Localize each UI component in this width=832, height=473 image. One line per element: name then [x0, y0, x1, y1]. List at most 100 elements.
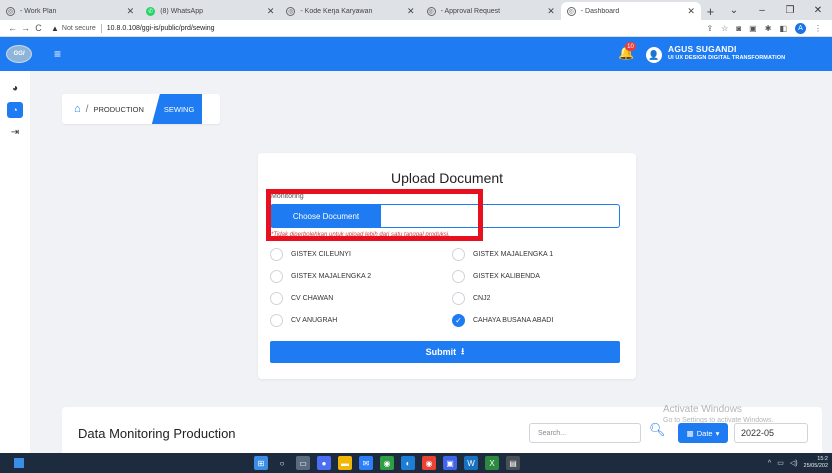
- tab-label: - Kode Kerja Karyawan: [300, 7, 373, 15]
- forward-button[interactable]: →: [19, 23, 32, 33]
- user-role: UI UX DESIGN DIGITAL TRANSFORMATION: [668, 55, 786, 61]
- menu-icon[interactable]: ⋮: [814, 24, 822, 33]
- extension-icon[interactable]: ▣: [749, 24, 757, 33]
- radio-circle[interactable]: [452, 292, 465, 305]
- calendar-icon: ▦: [686, 428, 694, 438]
- browser-tab-dashboard[interactable]: ◎ - Dashboard ✕: [560, 2, 701, 20]
- user-info[interactable]: AGUS SUGANDI UI UX DESIGN DIGITAL TRANSF…: [668, 44, 785, 61]
- volume-icon[interactable]: ◁): [790, 459, 798, 467]
- close-icon[interactable]: ✕: [687, 6, 695, 17]
- chrome-2-icon[interactable]: ◉: [422, 456, 436, 470]
- monitoring-title: Data Monitoring Production: [78, 426, 236, 441]
- profile-avatar[interactable]: A: [795, 22, 806, 34]
- chevron-down-icon[interactable]: ⌄: [720, 5, 748, 16]
- close-icon[interactable]: ✕: [407, 6, 415, 17]
- notification-badge: 10: [625, 42, 636, 51]
- word-icon[interactable]: W: [464, 456, 478, 470]
- radio-option[interactable]: CV CHAWAN: [270, 292, 333, 305]
- search-icon[interactable]: ○: [275, 456, 289, 470]
- edge-icon[interactable]: ◐: [401, 456, 415, 470]
- url-divider: [100, 23, 102, 33]
- breadcrumb-production[interactable]: PRODUCTION: [93, 105, 143, 114]
- menu-toggle-icon[interactable]: ≡: [54, 47, 72, 61]
- close-window-button[interactable]: ✕: [804, 5, 832, 16]
- camera-icon[interactable]: ◙: [736, 24, 741, 33]
- new-tab-button[interactable]: +: [701, 2, 720, 20]
- explorer-icon[interactable]: ▬: [338, 456, 352, 470]
- radio-option[interactable]: GISTEX CILEUNYI: [270, 248, 351, 261]
- search-input[interactable]: Search...: [529, 423, 641, 443]
- url-text: 10.8.0.108/ggi-is/public/prd/sewing: [106, 24, 215, 32]
- system-tray: ^ ▭ ◁) 15:2 25/05/202: [768, 456, 828, 470]
- browser-tab-whatsapp[interactable]: ✆ (8) WhatsApp ✕: [140, 2, 280, 20]
- network-icon[interactable]: ▭: [777, 459, 784, 467]
- submit-button[interactable]: Submit ⭳: [270, 341, 620, 363]
- search-icon[interactable]: 🔍︎: [649, 422, 666, 438]
- excel-icon[interactable]: X: [485, 456, 499, 470]
- browser-actions: ⇪ ☆ ◙ ▣ ✱ ◧ A ⋮: [706, 22, 822, 34]
- clock-time: 15:2: [817, 456, 828, 462]
- windows-icon[interactable]: ⊞: [254, 456, 268, 470]
- date-button[interactable]: ▦ Date ▾: [678, 423, 728, 443]
- notification-button[interactable]: 🔔 10: [618, 42, 636, 63]
- radio-label: GISTEX MAJALENGKA 1: [473, 251, 554, 258]
- radio-circle[interactable]: [452, 248, 465, 261]
- chat-icon[interactable]: ●: [317, 456, 331, 470]
- star-icon[interactable]: ☆: [721, 24, 728, 33]
- tab-label: - Dashboard: [580, 7, 620, 15]
- sidebar-item-logout[interactable]: ⇥: [0, 121, 30, 143]
- puzzle-icon[interactable]: ✱: [765, 24, 772, 33]
- chevron-up-icon[interactable]: ^: [768, 460, 771, 467]
- app-icon[interactable]: ▤: [506, 456, 520, 470]
- back-button[interactable]: ←: [6, 23, 19, 33]
- radio-option[interactable]: CNJ2: [452, 292, 491, 305]
- date-field[interactable]: 2022-05: [734, 423, 808, 443]
- caret-down-icon: ▾: [715, 428, 720, 438]
- clock[interactable]: 15:2 25/05/202: [804, 456, 828, 470]
- maximize-button[interactable]: ❐: [776, 5, 804, 16]
- chrome-icon[interactable]: ◉: [380, 456, 394, 470]
- logo[interactable]: GGI: [0, 37, 38, 71]
- browser-tab-kode-kerja[interactable]: ◎ - Kode Kerja Karyawan ✕: [280, 2, 420, 20]
- share-icon[interactable]: ⇪: [706, 24, 713, 33]
- url-field[interactable]: ▲ Not secure 10.8.0.108/ggi-is/public/pr…: [51, 22, 706, 35]
- radio-circle[interactable]: [452, 270, 465, 283]
- user-name: AGUS SUGANDI: [668, 44, 737, 54]
- radio-circle[interactable]: [270, 292, 283, 305]
- globe-icon: ◎: [566, 6, 576, 16]
- radio-option[interactable]: GISTEX MAJALENGKA 2: [270, 270, 371, 283]
- radio-circle[interactable]: [270, 248, 283, 261]
- submit-label: Submit: [425, 347, 457, 357]
- browser-tab-work-plan[interactable]: ◎ - Work Plan ✕: [0, 2, 140, 20]
- radio-label: GISTEX MAJALENGKA 2: [291, 273, 372, 280]
- clock-date: 25/05/202: [803, 463, 828, 469]
- close-icon[interactable]: ✕: [267, 6, 275, 17]
- globe-icon: ◎: [286, 6, 296, 16]
- sidebar-item-dashboard[interactable]: ◔: [0, 99, 30, 121]
- mail-icon[interactable]: ✉: [359, 456, 373, 470]
- sidebar-item-chart[interactable]: ◕: [0, 77, 30, 99]
- globe-icon: ◎: [6, 6, 15, 16]
- radio-option[interactable]: GISTEX MAJALENGKA 1: [452, 248, 553, 261]
- close-icon[interactable]: ✕: [127, 6, 135, 17]
- radio-circle[interactable]: [270, 314, 283, 327]
- breadcrumb-sewing: SEWING: [151, 94, 203, 124]
- radio-option[interactable]: GISTEX KALIBENDA: [452, 270, 540, 283]
- teams-icon[interactable]: ▣: [443, 456, 457, 470]
- start-button[interactable]: [14, 458, 24, 468]
- activate-windows-watermark: Activate Windows Go to Settings to activ…: [663, 404, 774, 424]
- browser-tab-approval[interactable]: ◎ - Approval Request ✕: [421, 2, 561, 20]
- home-icon[interactable]: ⌂: [74, 103, 81, 115]
- tab-label: - Work Plan: [20, 7, 57, 15]
- close-icon[interactable]: ✕: [547, 6, 555, 17]
- minimize-button[interactable]: –: [748, 5, 776, 16]
- radio-option-selected[interactable]: ✓ CAHAYA BUSANA ABADI: [452, 314, 553, 327]
- dashboard-icon: ◔: [7, 102, 23, 118]
- radio-circle[interactable]: [270, 270, 283, 283]
- radio-option[interactable]: CV ANUGRAH: [270, 314, 337, 327]
- check-icon[interactable]: ✓: [452, 314, 465, 327]
- task-view-icon[interactable]: ▭: [296, 456, 310, 470]
- user-avatar-icon[interactable]: 👤: [646, 47, 662, 63]
- sidebar-icon[interactable]: ◧: [779, 24, 787, 33]
- reload-button[interactable]: C: [32, 23, 45, 33]
